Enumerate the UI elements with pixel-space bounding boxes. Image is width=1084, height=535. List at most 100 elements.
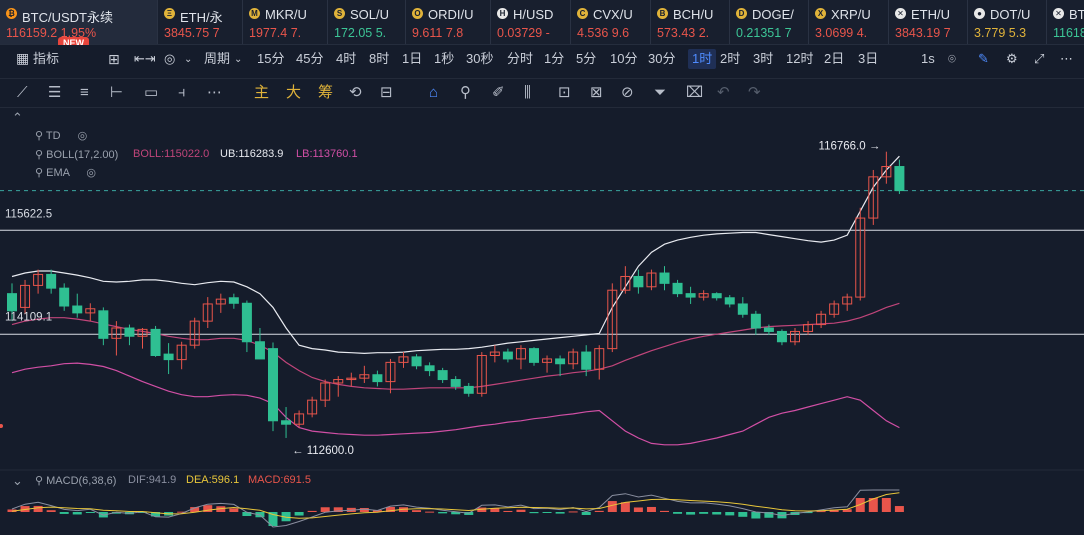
chevron-down-icon[interactable]: ⌄: [234, 50, 242, 70]
ticker-name: ETH/永: [180, 10, 223, 25]
scale-button[interactable]: 1s: [921, 49, 935, 69]
interval-7[interactable]: 分时: [507, 49, 533, 69]
candle-body: [281, 420, 292, 425]
coin-icon: S: [334, 8, 345, 19]
candle-body: [894, 166, 905, 192]
grid-icon[interactable]: ⊟: [380, 84, 393, 102]
filter-icon[interactable]: ⏷: [654, 84, 666, 102]
macd-bar: [646, 506, 656, 512]
interval-0[interactable]: 15分: [257, 49, 284, 69]
eraser-icon[interactable]: ⊘: [621, 84, 634, 102]
trendline-icon[interactable]: ⟋: [17, 84, 28, 102]
ticker-tab[interactable]: M MKR/U 1977.4 7.: [243, 0, 328, 44]
vertical-line-icon[interactable]: ⫞: [178, 84, 186, 102]
parallel-lines-icon[interactable]: ☰: [48, 84, 61, 102]
camera-icon[interactable]: ⌾: [948, 49, 956, 69]
magnet-icon[interactable]: ⌂: [429, 84, 438, 102]
chip-button[interactable]: 筹: [318, 84, 333, 102]
ticker-tab[interactable]: C CVX/U 4.536 9.6: [571, 0, 651, 44]
macd-bar: [699, 512, 709, 514]
candle-body: [763, 327, 774, 332]
indicator-button[interactable]: 指标: [33, 49, 59, 69]
macd-bar: [464, 512, 474, 515]
macd-bar: [124, 512, 134, 515]
coin-icon: ✕: [895, 8, 906, 19]
ticker-tab[interactable]: D DOGE/0.21351 7: [730, 0, 809, 44]
ruler-icon[interactable]: ⚲: [460, 84, 471, 102]
interval-4[interactable]: 1日: [402, 49, 422, 69]
ticker-tab[interactable]: ✕ ETH/U 3843.19 7: [889, 0, 968, 44]
fullscreen-icon[interactable]: ⤢: [1034, 49, 1044, 69]
interval-8[interactable]: 1分: [544, 49, 564, 69]
candle-body: [124, 327, 135, 337]
ticker-tab[interactable]: ● DOT/U 3.779 5.3: [968, 0, 1047, 44]
stack-icon[interactable]: ◎: [164, 49, 175, 69]
collapse-icon[interactable]: ⌃: [12, 110, 23, 126]
layout-icon[interactable]: ⊞: [108, 49, 120, 69]
collapse-macd-icon[interactable]: ⌄: [12, 473, 23, 489]
interval-9[interactable]: 5分: [576, 49, 596, 69]
candle-body: [307, 399, 318, 415]
interval-12[interactable]: 1时: [688, 49, 717, 69]
note-icon[interactable]: ⊠: [590, 84, 603, 102]
macd-bar: [660, 510, 669, 512]
more-icon[interactable]: ⋯: [1060, 49, 1073, 69]
macd-dif-line: [11, 489, 900, 528]
more-tools-icon[interactable]: ⋯: [207, 84, 222, 102]
level-label-1: 115622.5: [5, 208, 52, 220]
ticker-tab[interactable]: O ORDI/U 9.611 7.8: [406, 0, 491, 44]
ticker-name: ORDI/U: [428, 7, 474, 22]
refresh-icon[interactable]: ⟲: [349, 84, 362, 102]
macd-bar: [490, 508, 500, 512]
rectangle-icon[interactable]: ▭: [144, 84, 158, 102]
macd-bar: [725, 512, 735, 516]
candle-body: [594, 348, 605, 370]
horizontal-lines-icon[interactable]: ≡: [80, 84, 89, 102]
trash-icon[interactable]: ⌧: [686, 84, 703, 102]
macd-bar: [633, 507, 643, 512]
interval-16[interactable]: 2日: [824, 49, 844, 69]
interval-15[interactable]: 12时: [786, 49, 813, 69]
interval-toolbar: ▦ 指标 ⊞ ⇤⇥ ◎ ⌄ 周期 ⌄ 1s ⌾ ✎ ⚙ ⤢ ⋯ 15分 45分 4时…: [0, 45, 1084, 73]
candle-body: [868, 176, 879, 219]
redo-icon[interactable]: ↷: [748, 84, 761, 102]
ticker-tab[interactable]: H H/USD 0.03729 -: [491, 0, 571, 44]
ticker-tab[interactable]: B BCH/U 573.43 2.: [651, 0, 730, 44]
candle-body: [685, 293, 696, 298]
horizontal-ray-icon[interactable]: ⊢: [110, 84, 123, 102]
candle-body: [241, 302, 252, 343]
boll-upper-band: [11, 155, 900, 355]
main-chart-button[interactable]: 主: [254, 84, 269, 102]
macd-bar: [738, 512, 748, 517]
bar-width-icon[interactable]: ⇤⇥: [134, 49, 156, 69]
candle-body: [790, 330, 800, 343]
interval-10[interactable]: 10分: [610, 49, 637, 69]
macd-bar: [868, 498, 878, 512]
ticker-tab[interactable]: S SOL/U 172.05 5.: [328, 0, 406, 44]
interval-2[interactable]: 4时: [336, 49, 356, 69]
brush-icon[interactable]: ✐: [492, 84, 505, 102]
interval-1[interactable]: 45分: [296, 49, 323, 69]
ticker-tab[interactable]: X XRP/U 3.0699 4.: [809, 0, 889, 44]
ticker-tab[interactable]: Ξ ETH/永 3845.75 7: [158, 0, 243, 44]
settings-icon[interactable]: ⚙: [1006, 49, 1018, 69]
low-price-label: ← 112600.0: [292, 445, 354, 457]
undo-icon[interactable]: ↶: [717, 84, 730, 102]
interval-13[interactable]: 2时: [720, 49, 740, 69]
interval-17[interactable]: 3日: [858, 49, 878, 69]
interval-3[interactable]: 8时: [369, 49, 389, 69]
period-button[interactable]: 周期: [204, 49, 230, 69]
candles-icon[interactable]: ⫼: [524, 84, 531, 102]
interval-6[interactable]: 30秒: [466, 49, 493, 69]
interval-11[interactable]: 30分: [648, 49, 675, 69]
interval-5[interactable]: 1秒: [434, 49, 454, 69]
ticker-tab[interactable]: ✕ BTC/116188.: [1047, 0, 1084, 44]
macd-bar: [529, 512, 539, 514]
lock-icon[interactable]: ⊡: [558, 84, 571, 102]
indicator-icon[interactable]: ▦: [16, 48, 29, 68]
chevron-down-icon[interactable]: ⌄: [184, 50, 192, 70]
interval-14[interactable]: 3时: [753, 49, 773, 69]
macd-bar: [712, 512, 722, 515]
pen-icon[interactable]: ✎: [978, 49, 989, 69]
big-order-button[interactable]: 大: [286, 84, 301, 102]
